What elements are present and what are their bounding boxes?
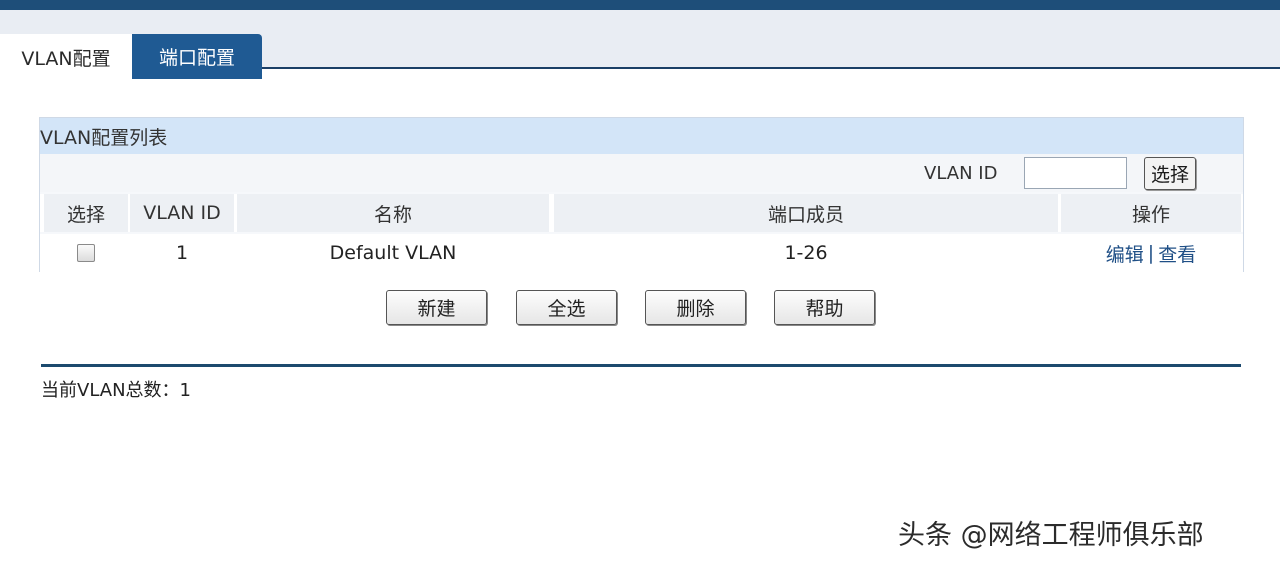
row-port-members: 1-26 (784, 242, 828, 264)
tab-vlan-config[interactable]: VLAN配置 (0, 34, 132, 81)
watermark: 头条 @网络工程师俱乐部 (898, 520, 1204, 551)
column-header-actions: 操作 (1061, 194, 1241, 232)
row-vlan-id: 1 (175, 242, 189, 264)
vlan-id-filter-input[interactable] (1024, 157, 1127, 189)
vlan-total-value: 1 (179, 380, 191, 401)
column-header-port-members: 端口成员 (554, 194, 1058, 232)
select-all-button[interactable]: 全选 (516, 290, 617, 325)
panel-title: VLAN配置列表 (40, 118, 1243, 154)
column-header-vlan-id: VLAN ID (130, 194, 234, 232)
edit-link[interactable]: 编辑 (1106, 240, 1144, 267)
row-name: Default VLAN (329, 242, 457, 264)
new-button[interactable]: 新建 (386, 290, 487, 325)
tab-port-config[interactable]: 端口配置 (132, 34, 262, 79)
table-row: 1 Default VLAN 1-26 编辑 | 查看 (40, 234, 1243, 272)
filter-row: VLAN ID 选择 (40, 154, 1243, 192)
view-link[interactable]: 查看 (1158, 240, 1196, 267)
row-checkbox[interactable] (77, 244, 95, 262)
vlan-config-list-panel: VLAN配置列表 VLAN ID 选择 选择 VLAN ID 名称 端口成员 操… (39, 117, 1244, 272)
column-header-name: 名称 (237, 194, 549, 232)
vlan-total-label: 当前VLAN总数： (41, 380, 180, 401)
vlan-id-filter-label: VLAN ID (924, 163, 998, 184)
section-divider (41, 364, 1241, 367)
action-separator: | (1147, 242, 1155, 264)
column-header-select: 选择 (44, 194, 128, 232)
row-actions: 编辑 | 查看 (1061, 234, 1241, 272)
top-bar (0, 0, 1280, 10)
help-button[interactable]: 帮助 (774, 290, 875, 325)
row-select-cell (44, 234, 128, 272)
tab-strip: VLAN配置 端口配置 (0, 10, 1280, 81)
table-header-row: 选择 VLAN ID 名称 端口成员 操作 (40, 194, 1243, 232)
vlan-total: 当前VLAN总数：1 (41, 376, 191, 402)
delete-button[interactable]: 删除 (645, 290, 746, 325)
filter-select-button[interactable]: 选择 (1144, 157, 1196, 190)
